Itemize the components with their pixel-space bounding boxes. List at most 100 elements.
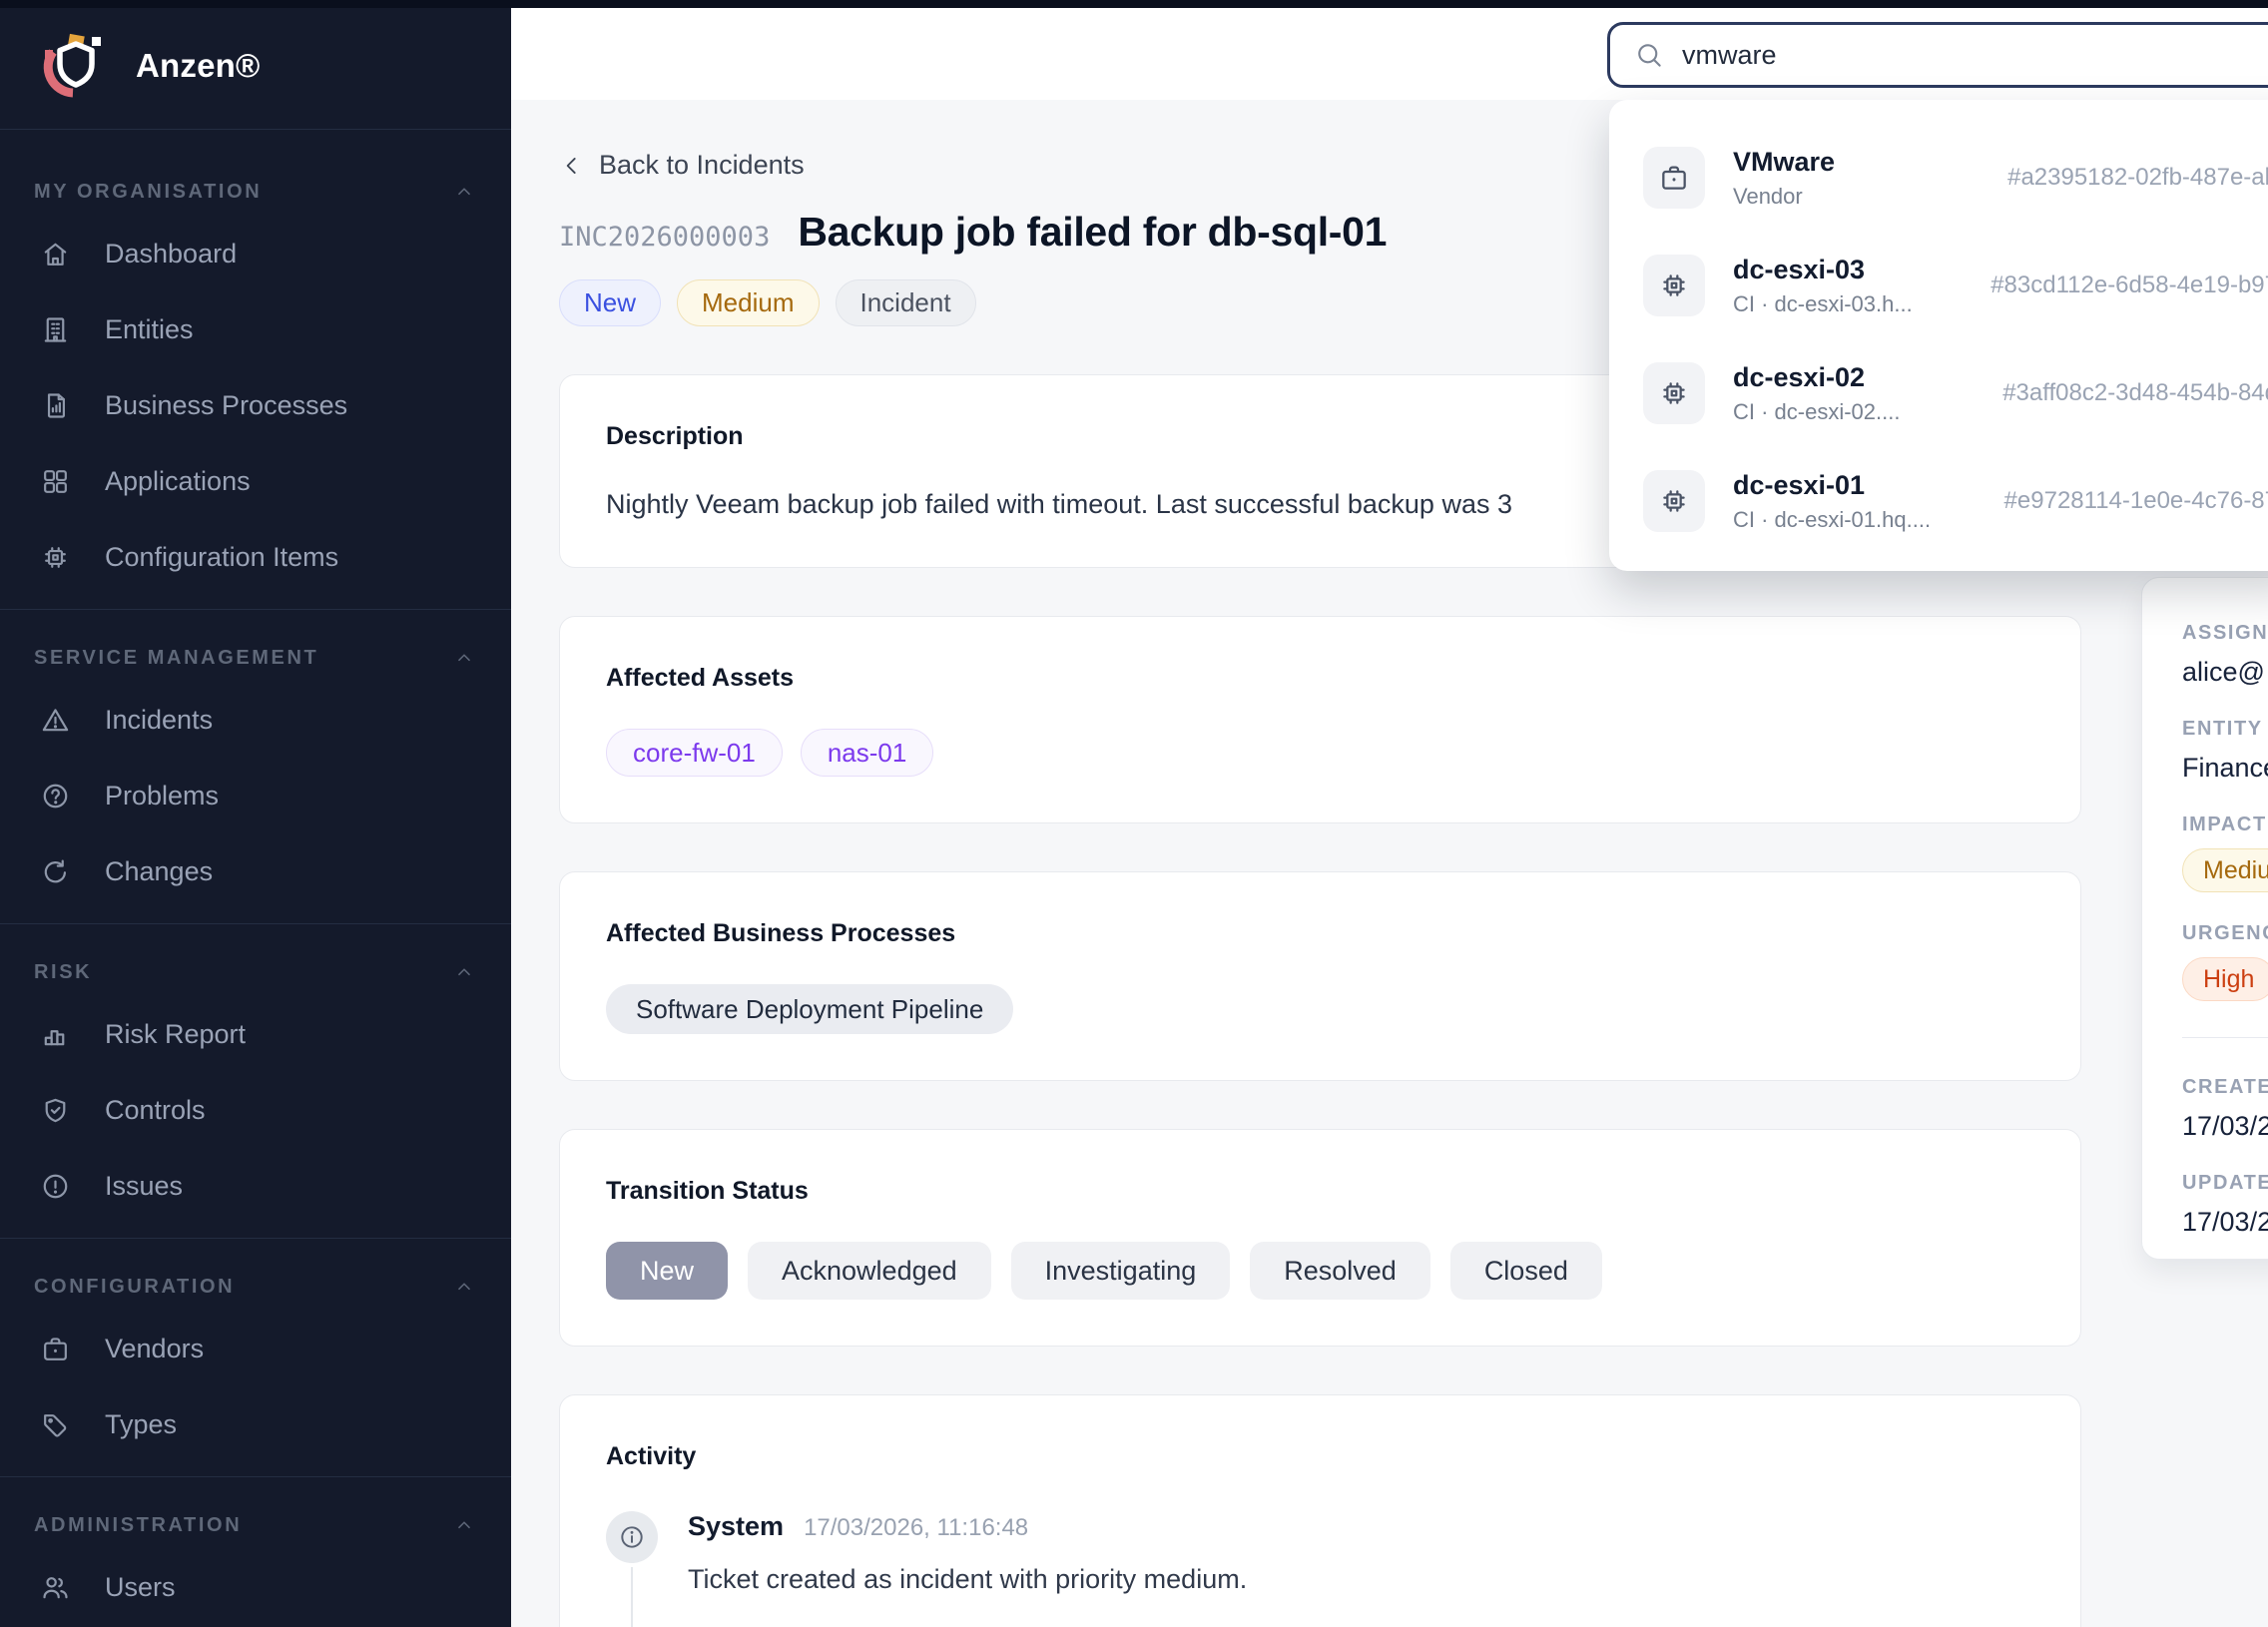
- sidebar-section-label: ADMINISTRATION: [34, 1514, 242, 1537]
- search-icon: [1634, 40, 1664, 70]
- transition-button-closed[interactable]: Closed: [1450, 1242, 1602, 1300]
- sidebar-section-header-risk[interactable]: RISK: [34, 958, 475, 986]
- chip-icon: [1643, 470, 1705, 532]
- details-field-created: CREATED17/03/2026: [2182, 1076, 2268, 1142]
- transition-status-card: Transition Status New Acknowledged Investi…: [559, 1129, 2081, 1347]
- sidebar-item-changes[interactable]: Changes: [0, 833, 511, 909]
- details-field-label: CREATED: [2182, 1076, 2268, 1099]
- search-result-vmware[interactable]: VMwareVendor#a2395182-02fb-487e-ab: [1643, 134, 2268, 222]
- details-field-value: alice@: [2182, 657, 2268, 688]
- sidebar-item-label: Business Processes: [105, 390, 347, 421]
- affected-processes-list: Software Deployment Pipeline: [606, 984, 2034, 1034]
- activity-author: System: [688, 1511, 784, 1542]
- back-to-incidents-link[interactable]: Back to Incidents: [559, 150, 805, 181]
- details-field-value: Finance: [2182, 753, 2268, 784]
- sidebar-item-label: Applications: [105, 466, 251, 497]
- sidebar-section-header-my-organisation[interactable]: MY ORGANISATION: [34, 178, 475, 206]
- briefcase-icon: [1643, 147, 1705, 209]
- chevron-up-icon: [453, 647, 475, 669]
- affected-assets-heading: Affected Assets: [606, 663, 2034, 693]
- transition-button-investigating[interactable]: Investigating: [1011, 1242, 1231, 1300]
- alert-circle-icon: [40, 1171, 71, 1202]
- top-header: [511, 8, 2268, 100]
- details-field-label: ASSIGNED TO: [2182, 622, 2268, 645]
- details-field-updated: UPDATED17/03/2026: [2182, 1172, 2268, 1238]
- details-badge-high: High: [2182, 957, 2268, 1001]
- sidebar-section: ADMINISTRATION Users: [0, 1511, 511, 1627]
- search-input[interactable]: [1682, 40, 2268, 71]
- chevron-up-icon: [453, 181, 475, 203]
- home-icon: [40, 239, 71, 270]
- chevron-up-icon: [453, 1276, 475, 1298]
- refresh-icon: [40, 856, 71, 887]
- search-result-subtitle: CI · dc-esxi-01.hq....: [1733, 507, 1965, 533]
- asset-pill-nas-01[interactable]: nas-01: [801, 729, 934, 777]
- sidebar-section-header-service-management[interactable]: SERVICE MANAGEMENT: [34, 644, 475, 672]
- sidebar-section-header-administration[interactable]: ADMINISTRATION: [34, 1511, 475, 1539]
- sidebar-nav: MY ORGANISATION Dashboard Entities Business…: [0, 178, 511, 1627]
- page-title: Backup job failed for db-sql-01: [798, 209, 1387, 256]
- activity-entry: System 17/03/2026, 11:16:48 Ticket created…: [606, 1511, 2034, 1595]
- chevron-up-icon: [453, 961, 475, 983]
- sidebar-item-label: Users: [105, 1572, 176, 1603]
- chevron-left-icon: [559, 153, 585, 179]
- sidebar-item-vendors[interactable]: Vendors: [0, 1311, 511, 1386]
- sidebar-item-label: Entities: [105, 314, 194, 345]
- sidebar-item-applications[interactable]: Applications: [0, 443, 511, 519]
- sidebar-item-label: Types: [105, 1409, 177, 1440]
- sidebar-section: MY ORGANISATION Dashboard Entities Business…: [0, 178, 511, 610]
- sidebar-item-label: Changes: [105, 856, 213, 887]
- transition-button-acknowledged[interactable]: Acknowledged: [748, 1242, 991, 1300]
- sidebar-item-entities[interactable]: Entities: [0, 291, 511, 367]
- sidebar-item-business-processes[interactable]: Business Processes: [0, 367, 511, 443]
- users-icon: [40, 1572, 71, 1603]
- details-field-label: ENTITY: [2182, 718, 2268, 741]
- activity-heading: Activity: [606, 1441, 2034, 1471]
- shield-check-icon: [40, 1095, 71, 1126]
- transition-options: New Acknowledged Investigating Resolved Clos…: [606, 1242, 2034, 1300]
- sidebar-item-controls[interactable]: Controls: [0, 1072, 511, 1148]
- sidebar-section-header-configuration[interactable]: CONFIGURATION: [34, 1273, 475, 1301]
- incident-details-panel: ASSIGNED TOalice@ENTITYFinanceIMPACTMedi…: [2141, 577, 2268, 1260]
- search-result-dc-esxi-02[interactable]: dc-esxi-02CI · dc-esxi-02....#3aff08c2-3…: [1643, 349, 2268, 437]
- sidebar-item-problems[interactable]: Problems: [0, 758, 511, 833]
- building-icon: [40, 314, 71, 345]
- sidebar-item-label: Issues: [105, 1171, 183, 1202]
- sidebar-item-label: Vendors: [105, 1334, 204, 1364]
- sidebar-section: RISK Risk ReportControls Issues: [0, 958, 511, 1239]
- details-field-label: URGENCY: [2182, 922, 2268, 945]
- activity-timestamp: 17/03/2026, 11:16:48: [804, 1514, 1028, 1542]
- asset-pill-core-fw-01[interactable]: core-fw-01: [606, 729, 783, 777]
- process-pill[interactable]: Software Deployment Pipeline: [606, 984, 1013, 1034]
- sidebar-item-users[interactable]: Users: [0, 1549, 511, 1625]
- sidebar-item-incidents[interactable]: Incidents: [0, 682, 511, 758]
- sidebar-item-types[interactable]: Types: [0, 1386, 511, 1462]
- search-result-subtitle: CI · dc-esxi-03.h...: [1733, 291, 1965, 317]
- sidebar-item-issues[interactable]: Issues: [0, 1148, 511, 1224]
- sidebar-section-label: CONFIGURATION: [34, 1276, 235, 1299]
- alert-triangle-icon: [40, 705, 71, 736]
- sidebar-item-dashboard[interactable]: Dashboard: [0, 216, 511, 291]
- grid-icon: [40, 466, 71, 497]
- search-result-subtitle: CI · dc-esxi-02....: [1733, 399, 1965, 425]
- app-name: Anzen®: [136, 47, 261, 85]
- search-result-id: #e9728114-1e0e-4c76-87: [2004, 487, 2268, 515]
- status-badge-medium: Medium: [677, 279, 819, 326]
- app-window: Anzen® MY ORGANISATION Dashboard Entities B…: [0, 0, 2268, 1627]
- chip-icon: [1643, 255, 1705, 316]
- activity-message: Ticket created as incident with priority…: [688, 1564, 1247, 1595]
- search-result-subtitle: Vendor: [1733, 184, 1965, 210]
- affected-assets-list: core-fw-01 nas-01: [606, 729, 2034, 777]
- transition-button-new[interactable]: New: [606, 1242, 728, 1300]
- search-result-dc-esxi-03[interactable]: dc-esxi-03CI · dc-esxi-03.h...#83cd112e-…: [1643, 242, 2268, 329]
- back-label: Back to Incidents: [599, 150, 805, 181]
- tag-icon: [40, 1409, 71, 1440]
- incident-code: INC2026000003: [559, 222, 770, 253]
- search-result-dc-esxi-01[interactable]: dc-esxi-01CI · dc-esxi-01.hq....#e972811…: [1643, 457, 2268, 545]
- sidebar-section-label: SERVICE MANAGEMENT: [34, 647, 318, 670]
- transition-button-resolved[interactable]: Resolved: [1250, 1242, 1430, 1300]
- briefcase-icon: [40, 1334, 71, 1364]
- sidebar-item-risk-report[interactable]: Risk Report: [0, 996, 511, 1072]
- transition-status-heading: Transition Status: [606, 1176, 2034, 1206]
- sidebar-item-configuration-items[interactable]: Configuration Items: [0, 519, 511, 595]
